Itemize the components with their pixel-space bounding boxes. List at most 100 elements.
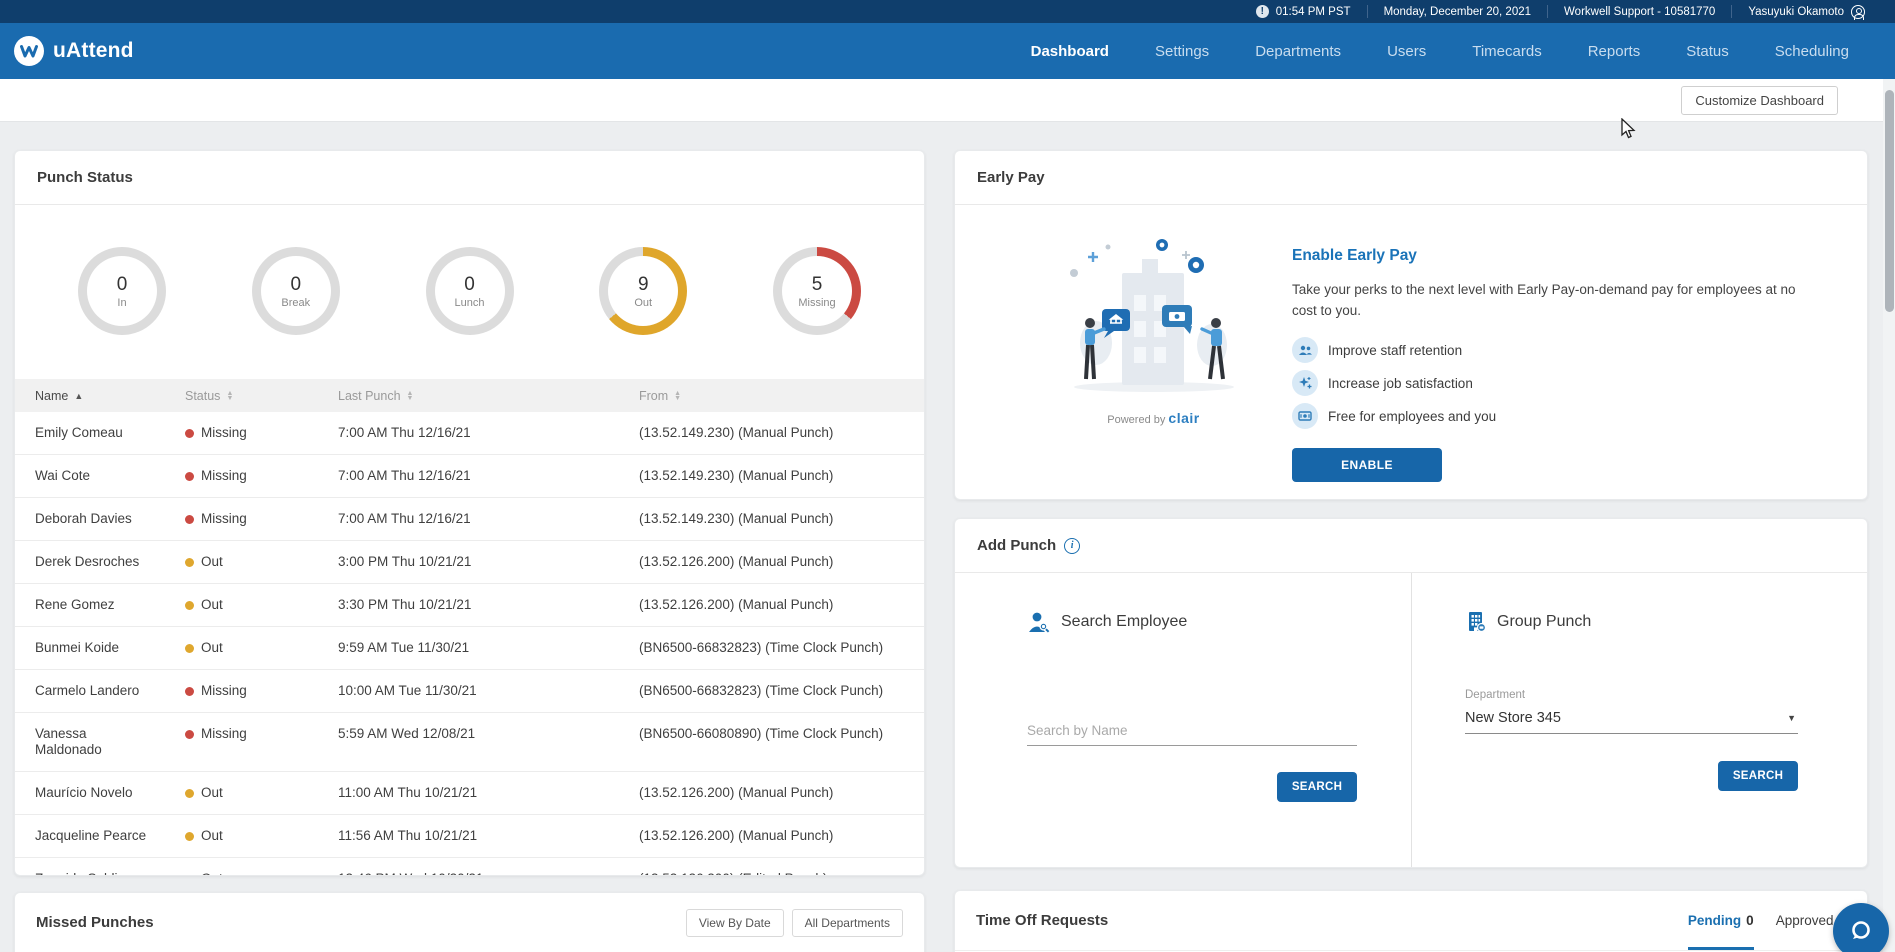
- nav-item-scheduling[interactable]: Scheduling: [1775, 43, 1849, 60]
- from-cell: (BN6500-66832823) (Time Clock Punch): [639, 683, 884, 698]
- status-label: Out: [201, 640, 223, 655]
- counter-value: 0: [116, 273, 128, 295]
- scrollbar-thumb[interactable]: [1884, 90, 1894, 312]
- counter-label: In: [117, 296, 127, 309]
- sort-asc-icon[interactable]: ▲: [74, 391, 83, 401]
- sort-icon[interactable]: ▲ ▼: [407, 390, 414, 402]
- left-column: Punch Status 0 In 0 Break 0 Lunch 9 Out …: [14, 150, 925, 952]
- missed-punches-title: Missed Punches: [36, 914, 154, 931]
- punch-counter-out[interactable]: 9 Out: [599, 247, 688, 335]
- employee-name: Bunmei Koide: [35, 640, 120, 655]
- search-employee-panel: Search Employee SEARCH: [955, 573, 1411, 867]
- nav-item-reports[interactable]: Reports: [1588, 43, 1641, 60]
- table-row[interactable]: Deborah Davies Missing 7:00 AM Thu 12/16…: [15, 498, 924, 541]
- status-cell: Missing: [185, 511, 338, 527]
- last-punch-cell: 11:00 AM Thu 10/21/21: [338, 785, 478, 800]
- bullet-label: Increase job satisfaction: [1328, 375, 1473, 391]
- table-row[interactable]: Emily Comeau Missing 7:00 AM Thu 12/16/2…: [15, 412, 924, 455]
- topbar-time: ! 01:54 PM PST: [1240, 0, 1367, 23]
- chat-fab-button[interactable]: [1833, 903, 1889, 952]
- early-pay-header: Early Pay: [955, 151, 1867, 205]
- early-pay-illustration-image: [1069, 239, 1234, 392]
- from-cell: (13.52.149.230) (Manual Punch): [639, 468, 834, 483]
- from-cell: (13.52.149.230) (Manual Punch): [639, 511, 834, 526]
- alert-icon[interactable]: !: [1255, 5, 1269, 18]
- nav-items: Dashboard Settings Departments Users Timecar…: [1031, 43, 1849, 60]
- table-row[interactable]: Zenaida Saldivar Out 12:46 PM Wed 10/20/…: [15, 858, 924, 875]
- nav-item-departments[interactable]: Departments: [1255, 43, 1341, 60]
- table-row[interactable]: Jacqueline Pearce Out 11:56 AM Thu 10/21…: [15, 815, 924, 858]
- topbar-user[interactable]: Yasuyuki Okamoto: [1732, 0, 1881, 23]
- table-row[interactable]: Rene Gomez Out 3:30 PM Thu 10/21/21 (13.…: [15, 584, 924, 627]
- enable-button[interactable]: ENABLE: [1292, 448, 1442, 482]
- punch-counter-break[interactable]: 0 Break: [251, 247, 340, 335]
- column-header-status[interactable]: Status ▲ ▼: [185, 389, 338, 403]
- status-cell: Out: [185, 828, 338, 844]
- table-row[interactable]: Maurício Novelo Out 11:00 AM Thu 10/21/2…: [15, 772, 924, 815]
- counter-value: 0: [290, 273, 302, 295]
- status-dot-icon: [185, 729, 194, 739]
- bullet-staff-retention: Improve staff retention: [1292, 337, 1837, 363]
- nav-item-settings[interactable]: Settings: [1155, 43, 1209, 60]
- punch-counter-lunch[interactable]: 0 Lunch: [425, 247, 514, 335]
- nav-item-users[interactable]: Users: [1387, 43, 1426, 60]
- nav-item-dashboard[interactable]: Dashboard: [1031, 43, 1109, 60]
- status-label: Out: [201, 871, 223, 875]
- dashboard-content: Punch Status 0 In 0 Break 0 Lunch 9 Out …: [0, 122, 1895, 952]
- tab-pending[interactable]: Pending 0: [1687, 891, 1754, 950]
- nav-item-status[interactable]: Status: [1686, 43, 1729, 60]
- bullet-label: Free for employees and you: [1328, 408, 1497, 424]
- customize-dashboard-button[interactable]: Customize Dashboard: [1681, 85, 1838, 115]
- table-row[interactable]: Bunmei Koide Out 9:59 AM Tue 11/30/21 (B…: [15, 627, 924, 670]
- counter-value: 5: [811, 273, 823, 295]
- department-select[interactable]: New Store 345 ▼: [1465, 705, 1798, 734]
- sort-icon[interactable]: ▲ ▼: [226, 390, 233, 402]
- brand[interactable]: uAttend: [14, 36, 134, 66]
- from-cell: (13.52.126.200) (Edited Punch): [639, 871, 924, 875]
- counter-value: 9: [637, 273, 649, 295]
- view-by-date-button[interactable]: View By Date: [685, 908, 784, 937]
- sort-icon[interactable]: ▲ ▼: [674, 390, 681, 402]
- info-icon[interactable]: i: [1064, 537, 1081, 554]
- status-label: Missing: [201, 511, 247, 526]
- employee-search-button[interactable]: SEARCH: [1277, 772, 1357, 802]
- group-punch-search-button[interactable]: SEARCH: [1718, 761, 1798, 791]
- time-off-title: Time Off Requests: [976, 912, 1109, 929]
- add-punch-card: Add Punch i Search Employee Search by Na…: [954, 518, 1868, 868]
- early-pay-description: Take your perks to the next level with E…: [1292, 282, 1796, 318]
- topbar-date: Monday, December 20, 2021: [1368, 0, 1547, 23]
- punch-status-header: Punch Status: [15, 151, 924, 205]
- all-departments-button[interactable]: All Departments: [791, 908, 903, 937]
- status-cell: Missing: [185, 425, 338, 441]
- status-label: Out: [201, 597, 223, 612]
- powered-by: Powered by clair: [1107, 410, 1200, 426]
- search-by-name-input[interactable]: [1027, 719, 1357, 746]
- column-header-from[interactable]: From ▲ ▼: [639, 389, 924, 403]
- last-punch-cell: 5:59 AM Wed 12/08/21: [338, 726, 476, 741]
- punch-counter-missing[interactable]: 5 Missing: [773, 247, 861, 335]
- column-header-name[interactable]: Name ▲: [15, 389, 185, 403]
- bullet-label: Improve staff retention: [1328, 342, 1463, 358]
- employee-search-icon: [1029, 612, 1050, 633]
- punch-counter-in[interactable]: 0 In: [78, 247, 166, 335]
- counter-label: Break: [281, 296, 311, 309]
- status-dot-icon: [185, 686, 194, 696]
- topbar-account[interactable]: Workwell Support - 10581770: [1548, 0, 1731, 23]
- user-avatar-icon[interactable]: [1851, 4, 1865, 20]
- column-header-last-punch[interactable]: Last Punch ▲ ▼: [338, 389, 639, 403]
- table-row[interactable]: Vanessa Maldonado Missing 5:59 AM Wed 12…: [15, 713, 924, 772]
- table-row[interactable]: Carmelo Landero Missing 10:00 AM Tue 11/…: [15, 670, 924, 713]
- punch-status-card: Punch Status 0 In 0 Break 0 Lunch 9 Out …: [14, 150, 925, 876]
- subheader-strip: Customize Dashboard: [0, 79, 1895, 122]
- last-punch-cell: 12:46 PM Wed 10/20/21: [338, 871, 639, 875]
- status-label: Missing: [201, 468, 247, 483]
- table-row[interactable]: Wai Cote Missing 7:00 AM Thu 12/16/21 (1…: [15, 455, 924, 498]
- topbar: ! 01:54 PM PST Monday, December 20, 2021…: [0, 0, 1895, 23]
- topbar-date-label: Monday, December 20, 2021: [1383, 5, 1532, 18]
- page-scrollbar[interactable]: [1883, 79, 1895, 952]
- bullet-job-satisfaction: Increase job satisfaction: [1292, 370, 1837, 396]
- table-row[interactable]: Derek Desroches Out 3:00 PM Thu 10/21/21…: [15, 541, 924, 584]
- nav-item-timecards[interactable]: Timecards: [1472, 43, 1541, 60]
- punch-status-title: Punch Status: [37, 169, 133, 186]
- status-cell: Out: [185, 554, 338, 570]
